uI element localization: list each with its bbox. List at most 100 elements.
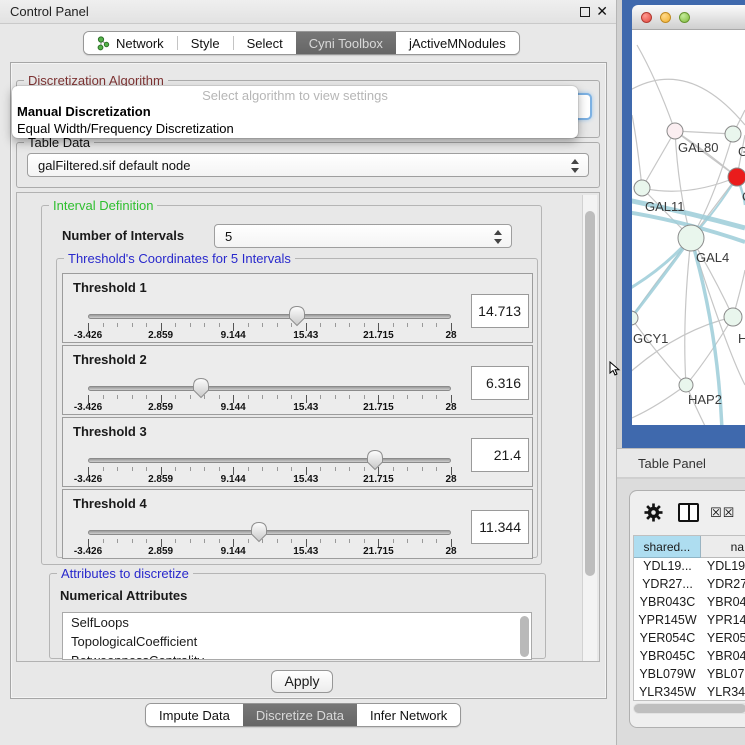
tab-select[interactable]: Select [234,32,296,54]
threshold-slider-track[interactable] [88,386,451,391]
tab-label: Network [116,36,164,51]
table-row[interactable]: YBR045CYBR045C [634,648,745,666]
mac-minimize-icon[interactable] [660,12,671,23]
network-edge[interactable] [632,318,686,385]
number-of-intervals-combobox[interactable]: 5 [214,224,512,248]
network-edge[interactable] [632,385,686,420]
attributes-group: Attributes to discretize Numerical Attri… [49,573,546,659]
network-edge[interactable] [642,131,675,188]
tab-style[interactable]: Style [178,32,233,54]
cell-shared-name[interactable]: YER054C [634,630,701,648]
settings-scrollbar-thumb[interactable] [585,211,595,576]
attribute-list-item[interactable]: TopologicalCoefficient [63,632,531,651]
cell-name[interactable]: YPR145W [701,612,745,630]
dropdown-placeholder-item[interactable]: Select algorithm to view settings [12,88,578,103]
cell-shared-name[interactable]: YDL19... [634,558,701,576]
tab-jactivemnodules[interactable]: jActiveMNodules [396,32,519,54]
network-view-window[interactable]: GAL80GCGAL11GAL4GCY1HHAP2 [622,0,745,448]
table-row[interactable]: YDL19...YDL19... [634,558,745,576]
apply-button[interactable]: Apply [271,670,333,693]
attribute-list-item[interactable]: SelfLoops [63,613,531,632]
cell-name[interactable]: YBL079W [701,666,745,684]
tab-infer-network[interactable]: Infer Network [357,704,460,726]
threshold-panel-1: Threshold 1-3.4262.8599.14415.4321.71528… [62,273,533,343]
table-data-combobox[interactable]: galFiltered.sif default node [27,153,589,177]
network-node-label: GAL11 [645,199,685,214]
network-window-titlebar[interactable] [632,5,745,30]
cell-shared-name[interactable]: YBR043C [634,594,701,612]
table-row[interactable]: YBL079WYBL079W [634,666,745,684]
network-node-gcy1[interactable] [632,311,638,325]
settings-scrollbar-track[interactable] [582,195,597,661]
table-row[interactable]: YBR043CYBR043C [634,594,745,612]
split-columns-icon[interactable] [678,503,699,522]
mac-close-icon[interactable] [641,12,652,23]
column-header-name[interactable]: na [701,536,745,558]
threshold-slider-thumb[interactable] [366,449,384,471]
network-node-gal80[interactable] [667,123,683,139]
close-icon[interactable]: ✕ [596,3,608,20]
network-node-gal11[interactable] [634,180,650,196]
cell-name[interactable]: YER054C [701,630,745,648]
node-table[interactable]: shared... na YDL19...YDL19...YDR27...YDR… [633,535,745,701]
network-edge[interactable] [686,317,733,385]
cell-name[interactable]: YBR043C [701,594,745,612]
network-edge[interactable] [632,115,642,188]
threshold-slider-thumb[interactable] [288,305,306,327]
select-columns-icons[interactable]: ☒☒ [710,505,735,521]
settings-scrollpane: Interval Definition Number of Intervals … [16,192,600,662]
cell-name[interactable]: YDR27... [701,576,745,594]
table-row[interactable]: YDR27...YDR27... [634,576,745,594]
tab-network[interactable]: Network [84,32,177,54]
table-row[interactable]: YER054CYER054C [634,630,745,648]
cell-shared-name[interactable]: YBR045C [634,648,701,666]
tab-cyni-toolbox[interactable]: Cyni Toolbox [296,32,396,54]
mac-zoom-icon[interactable] [679,12,690,23]
network-node-c[interactable] [728,168,745,186]
combo-stepper-icon [571,159,580,173]
dropdown-option-equal-width-frequency[interactable]: Equal Width/Frequency Discretization [17,121,234,136]
cell-name[interactable]: YDL19... [701,558,745,576]
network-canvas[interactable]: GAL80GCGAL11GAL4GCY1HHAP2 [632,30,745,425]
float-window-icon[interactable] [580,7,590,17]
table-row[interactable]: YPR145WYPR145W [634,612,745,630]
network-edge[interactable] [675,131,733,134]
cell-shared-name[interactable]: YBL079W [634,666,701,684]
cell-name[interactable]: YBR045C [701,648,745,666]
network-edge-highlighted[interactable] [632,238,691,318]
cell-shared-name[interactable]: YDR27... [634,576,701,594]
threshold-value-field[interactable]: 14.713 [471,294,529,328]
table-hscrollbar-track[interactable] [633,703,745,714]
cell-name[interactable]: YLR345W [701,684,745,701]
network-node-hap2[interactable] [679,378,693,392]
network-node-g[interactable] [725,126,741,142]
dropdown-option-manual-discretization[interactable]: Manual Discretization [17,104,151,119]
threshold-slider-track[interactable] [88,314,451,319]
cell-shared-name[interactable]: YLR345W [634,684,701,701]
tab-impute-data[interactable]: Impute Data [146,704,243,726]
threshold-slider-thumb[interactable] [192,377,210,399]
threshold-slider-track[interactable] [88,530,451,535]
tab-discretize-data[interactable]: Discretize Data [243,704,357,726]
numerical-attributes-list[interactable]: SelfLoopsTopologicalCoefficientBetweenne… [62,612,532,660]
gear-icon[interactable] [644,503,663,522]
network-edge[interactable] [637,45,675,131]
network-node-h[interactable] [724,308,742,326]
threshold-value-field[interactable]: 6.316 [471,366,529,400]
threshold-slider-track[interactable] [88,458,451,463]
network-edge[interactable] [632,79,745,125]
table-panel-titlebar: Table Panel [617,448,745,478]
attribute-list-item[interactable]: BetweennessCentrality [63,651,531,660]
attributes-list-scrollbar[interactable] [520,616,529,657]
threshold-value-field[interactable]: 21.4 [471,438,529,472]
table-hscrollbar-thumb[interactable] [634,704,745,713]
threshold-slider-thumb[interactable] [250,521,268,543]
algorithm-dropdown-popup: Select algorithm to view settings Manual… [12,86,578,138]
cell-shared-name[interactable]: YPR145W [634,612,701,630]
column-header-shared-name[interactable]: shared... [634,536,701,558]
network-node-gal4[interactable] [678,225,704,251]
network-edge[interactable] [685,238,691,385]
network-edge[interactable] [642,177,737,191]
threshold-value-field[interactable]: 11.344 [471,510,529,544]
table-row[interactable]: YLR345WYLR345W [634,684,745,701]
